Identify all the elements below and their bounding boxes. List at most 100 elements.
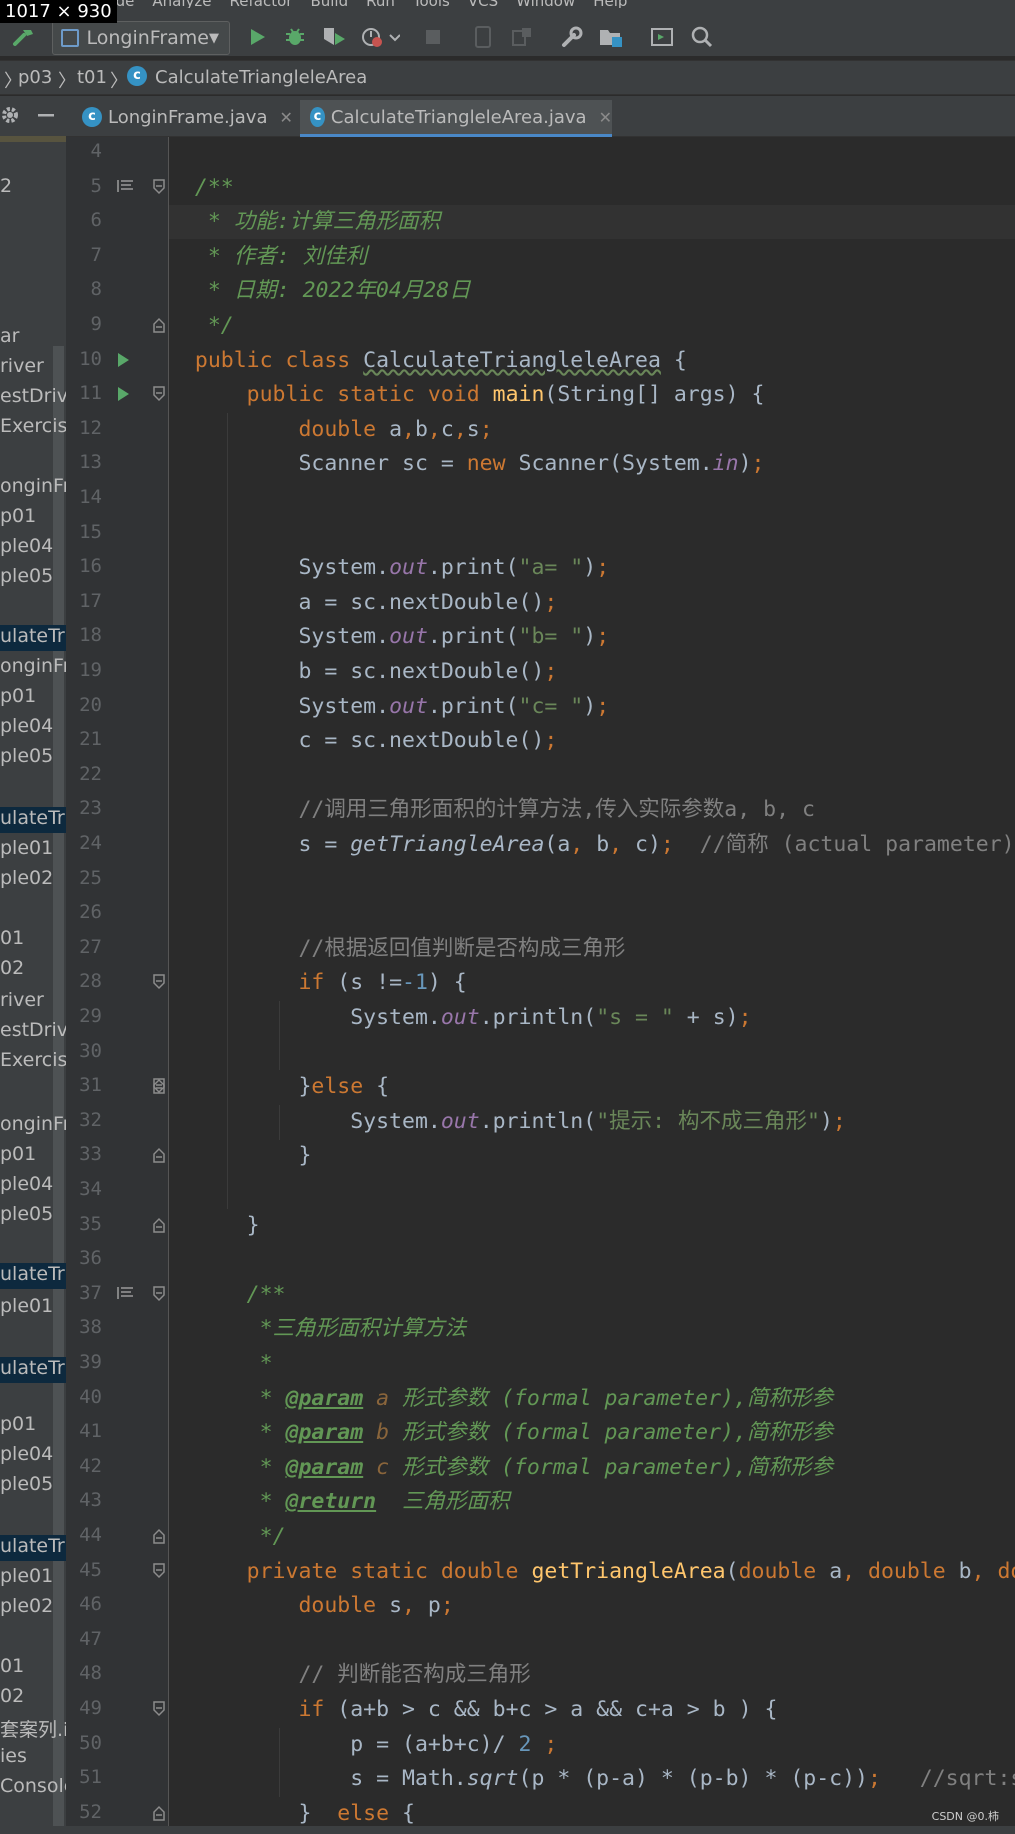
minimize-icon[interactable] xyxy=(34,100,58,130)
menu-item[interactable]: Refactor xyxy=(230,0,293,8)
run-gutter-icon[interactable] xyxy=(115,385,131,407)
fold-end-icon[interactable] xyxy=(152,1146,166,1168)
fold-end-icon[interactable] xyxy=(152,316,166,338)
project-tree-item[interactable]: ulateTria xyxy=(0,1535,66,1561)
project-tree-item[interactable]: river xyxy=(0,989,66,1015)
doc-render-icon[interactable] xyxy=(116,1285,136,1305)
project-tree-item[interactable]: ies xyxy=(0,1745,66,1771)
project-tree-item[interactable]: ple05 xyxy=(0,745,66,771)
stop-icon[interactable] xyxy=(420,22,446,52)
avd-icon[interactable] xyxy=(508,22,536,52)
code-editor[interactable]: /** * 功能:计算三角形面积 * 作者: 刘佳利 * 日期: 2022年04… xyxy=(169,137,1015,1827)
project-tree-item[interactable]: ulateTria xyxy=(0,807,66,833)
project-tree-item[interactable]: ple04 xyxy=(0,535,66,561)
menu-item[interactable]: Tools xyxy=(413,0,450,8)
project-tree-item[interactable]: Exercise xyxy=(0,415,66,441)
debug-icon[interactable] xyxy=(282,22,308,52)
project-structure-icon[interactable] xyxy=(596,22,626,52)
project-tree-item[interactable]: 02 xyxy=(0,957,66,983)
code-token: ; xyxy=(596,555,610,580)
device-icon[interactable] xyxy=(470,22,496,52)
project-tree-item[interactable]: ple05 xyxy=(0,565,66,591)
coverage-icon[interactable] xyxy=(320,22,348,52)
menu-item[interactable]: Run xyxy=(366,0,395,8)
tab-loginframe[interactable]: c LonginFrame.java ✕ xyxy=(72,100,294,134)
fold-icon[interactable] xyxy=(152,385,166,407)
project-tree-item[interactable]: ple04 xyxy=(0,715,66,741)
tab-calculatetriangleleare[interactable]: c CalculateTriangleleArea.java ✕ xyxy=(300,100,612,137)
run-config-select[interactable]: LonginFrame ▼ xyxy=(52,21,230,55)
project-tree-item[interactable]: Exercise xyxy=(0,1049,66,1075)
project-tree-item[interactable]: p01 xyxy=(0,1413,66,1439)
project-tree-item[interactable]: ple02 xyxy=(0,867,66,893)
project-tree-item[interactable]: ple05 xyxy=(0,1473,66,1499)
menu-item[interactable]: Window xyxy=(516,0,575,8)
fold-icon[interactable] xyxy=(152,1562,166,1584)
profile-icon[interactable] xyxy=(360,22,400,52)
project-tree-item[interactable]: river xyxy=(0,355,66,381)
code-token: /** xyxy=(194,175,234,200)
menu-item[interactable]: Build xyxy=(310,0,348,8)
menu-item[interactable]: Analyze xyxy=(152,0,211,8)
project-tree-item[interactable]: 02 xyxy=(0,1685,66,1711)
run-gutter-icon[interactable] xyxy=(115,351,131,373)
project-tree-item[interactable]: onginFra xyxy=(0,655,66,681)
fold-end-icon[interactable] xyxy=(152,1216,166,1238)
code-line: a = sc.nextDouble(); xyxy=(169,586,1015,620)
fold-end-icon[interactable] xyxy=(152,1077,166,1099)
gear-icon[interactable] xyxy=(0,100,20,130)
code-token: ; xyxy=(544,659,558,684)
code-token: System. xyxy=(194,624,390,649)
run-icon[interactable] xyxy=(244,22,270,52)
code-token: .print( xyxy=(427,624,519,649)
project-tree-item[interactable]: onginFra xyxy=(0,1113,66,1139)
project-tree-item[interactable]: p01 xyxy=(0,505,66,531)
project-tree-item[interactable]: ulateTria xyxy=(0,1357,66,1383)
line-number: 6 xyxy=(90,209,102,231)
project-tree-item[interactable]: ple01 xyxy=(0,1565,66,1591)
fold-icon[interactable] xyxy=(152,973,166,995)
search-icon[interactable] xyxy=(688,22,716,52)
code-token: ; xyxy=(738,1005,752,1030)
project-tree-item[interactable]: p01 xyxy=(0,1143,66,1169)
project-tree-item[interactable]: ar xyxy=(0,325,66,351)
project-tree-item[interactable]: ulateTria xyxy=(0,1263,66,1289)
run-config-label: LonginFrame xyxy=(86,27,210,49)
breadcrumb-item-class[interactable]: CalculateTriangleleArea xyxy=(155,67,367,88)
close-icon[interactable]: ✕ xyxy=(599,108,612,127)
project-tree-item[interactable]: 01 xyxy=(0,927,66,953)
hammer-icon[interactable] xyxy=(10,22,38,52)
menu-item[interactable]: VCS xyxy=(468,0,498,8)
project-tree-item[interactable]: ple02 xyxy=(0,1595,66,1621)
fold-end-icon[interactable] xyxy=(152,1527,166,1549)
project-tree-item[interactable]: ple04 xyxy=(0,1443,66,1469)
code-token: "提示: 构不成三角形" xyxy=(596,1109,820,1134)
breadcrumb-item-p03[interactable]: p03 xyxy=(18,67,52,88)
project-tree-item[interactable]: 01 xyxy=(0,1655,66,1681)
doc-render-icon[interactable] xyxy=(116,178,136,198)
fold-icon[interactable] xyxy=(152,178,166,200)
project-tree-item[interactable]: onginFra xyxy=(0,475,66,501)
code-token: (a xyxy=(544,832,571,857)
project-tree-item[interactable]: ple01 xyxy=(0,837,66,863)
project-tree-item[interactable]: p01 xyxy=(0,685,66,711)
project-tree-item[interactable]: estDrive xyxy=(0,385,66,411)
close-icon[interactable]: ✕ xyxy=(280,108,293,127)
project-tree-item[interactable]: ple05 xyxy=(0,1203,66,1229)
fold-icon[interactable] xyxy=(152,1285,166,1307)
project-tree-item[interactable]: 2 xyxy=(0,175,66,201)
breadcrumb-item-t01[interactable]: t01 xyxy=(77,67,107,88)
fold-icon[interactable] xyxy=(152,1700,166,1722)
project-tree-item[interactable]: ple04 xyxy=(0,1173,66,1199)
wrench-icon[interactable] xyxy=(558,22,586,52)
project-tree-item[interactable]: 套案列.im xyxy=(0,1715,66,1741)
terminal-icon[interactable] xyxy=(648,22,676,52)
fold-end-icon[interactable] xyxy=(152,1804,166,1826)
project-tree-item[interactable]: ulateTria xyxy=(0,625,66,651)
project-tree-item[interactable]: ple01 xyxy=(0,1295,66,1321)
project-tree-item[interactable]: Console xyxy=(0,1775,66,1801)
project-tree-item[interactable]: estDrive xyxy=(0,1019,66,1045)
menu-item[interactable]: Help xyxy=(593,0,627,8)
